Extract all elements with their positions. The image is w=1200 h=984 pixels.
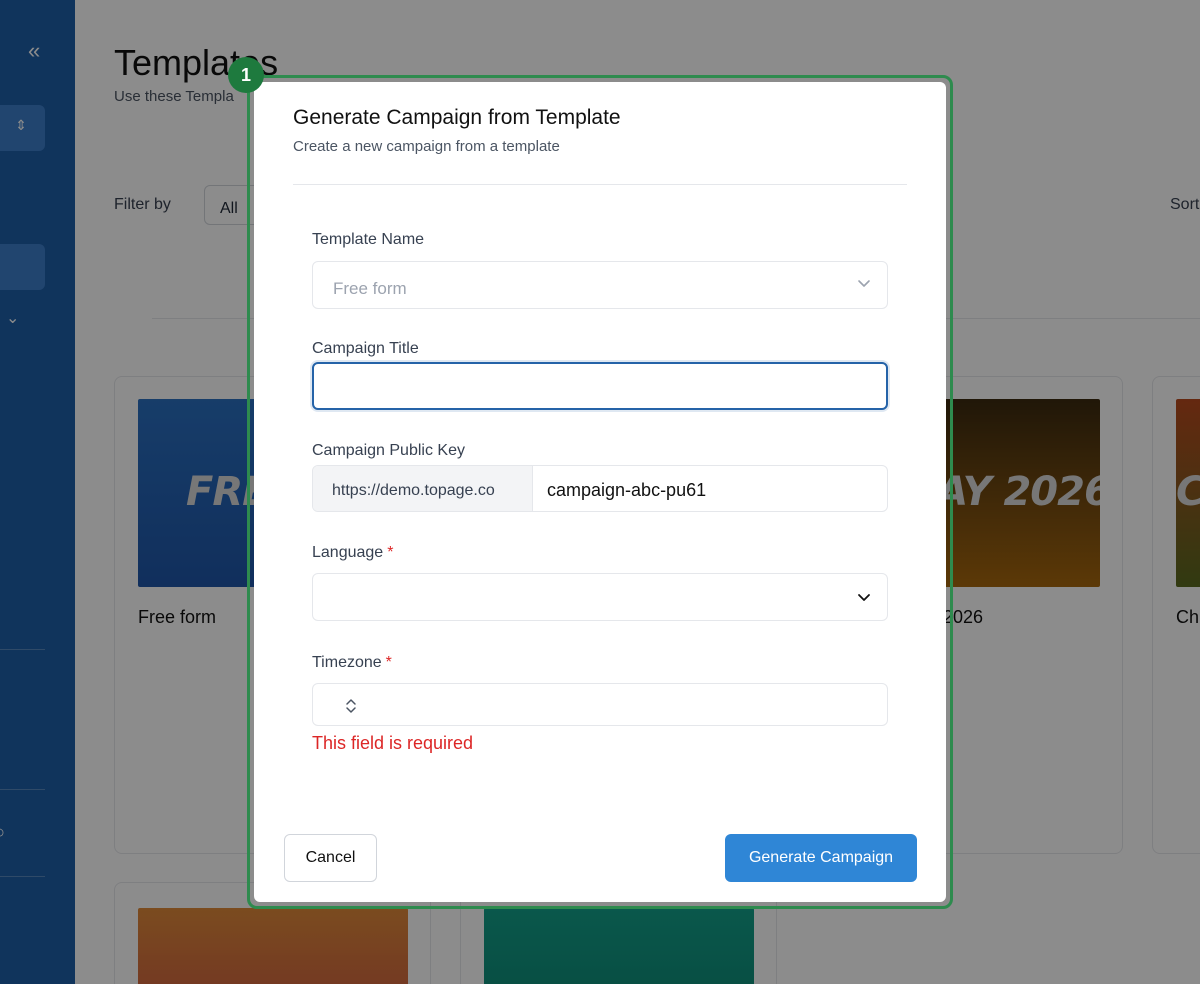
timezone-label-text: Timezone xyxy=(312,654,382,671)
chevron-down-icon xyxy=(858,594,870,601)
public-key-input[interactable]: campaign-abc-pu61 xyxy=(533,466,887,511)
timezone-label: Timezone * xyxy=(312,654,392,672)
required-mark: * xyxy=(385,654,392,671)
language-select[interactable] xyxy=(312,573,888,621)
cancel-button[interactable]: Cancel xyxy=(284,834,377,882)
timezone-select[interactable] xyxy=(312,683,888,726)
generate-campaign-dialog: Generate Campaign from Template Create a… xyxy=(254,82,946,902)
updown-chevron-icon xyxy=(346,699,356,713)
template-name-value: Free form xyxy=(333,279,407,298)
required-mark: * xyxy=(387,544,394,561)
public-key-label: Campaign Public Key xyxy=(312,442,465,459)
template-name-select[interactable]: Free form xyxy=(312,261,888,309)
campaign-title-field[interactable] xyxy=(312,362,888,410)
public-key-field[interactable]: https://demo.topage.co campaign-abc-pu61 xyxy=(312,465,888,512)
template-name-label: Template Name xyxy=(312,231,425,248)
dialog-divider xyxy=(293,184,907,185)
chevron-down-icon xyxy=(858,280,870,287)
step-badge: 1 xyxy=(228,57,264,93)
campaign-title-input[interactable] xyxy=(314,364,886,408)
dialog-title: Generate Campaign from Template xyxy=(293,106,621,129)
language-label-text: Language xyxy=(312,544,384,561)
dialog-subtitle: Create a new campaign from a template xyxy=(293,138,560,155)
language-label: Language * xyxy=(312,544,393,562)
public-key-prefix: https://demo.topage.co xyxy=(313,466,533,511)
campaign-title-label: Campaign Title xyxy=(312,340,419,357)
generate-campaign-button[interactable]: Generate Campaign xyxy=(725,834,917,882)
timezone-error-message: This field is required xyxy=(312,733,474,753)
